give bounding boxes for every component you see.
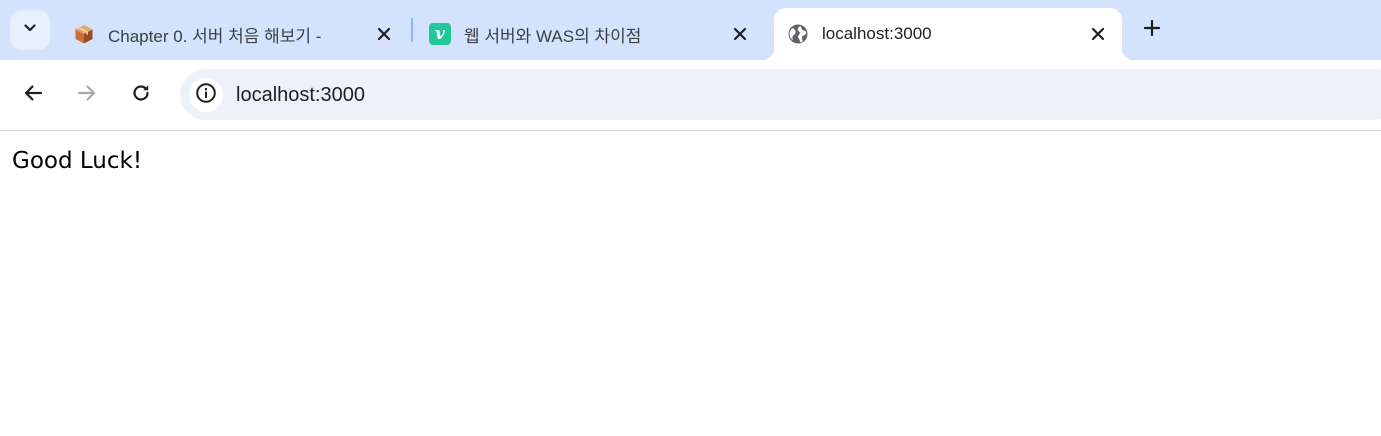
reload-icon — [130, 82, 152, 109]
back-button[interactable] — [13, 75, 53, 115]
tab-web-server-was[interactable]: v 웹 서버와 WAS의 차이점 — [428, 8, 758, 60]
page-text: Good Luck! — [12, 148, 143, 174]
back-arrow-icon — [22, 82, 44, 109]
forward-arrow-icon — [76, 82, 98, 109]
close-icon[interactable] — [372, 22, 396, 46]
tab-title: localhost:3000 — [822, 24, 932, 43]
browser-toolbar: localhost:3000 — [0, 60, 1381, 131]
close-icon[interactable] — [728, 22, 752, 46]
package-box-icon — [72, 22, 96, 46]
tab-title: Chapter 0. 서버 처음 해보기 - — [108, 26, 322, 46]
page-content: Good Luck! — [0, 131, 1381, 436]
tab-search-button[interactable] — [10, 10, 50, 50]
tab-localhost-active[interactable]: localhost:3000 — [762, 8, 1134, 60]
address-bar[interactable]: localhost:3000 — [180, 69, 1381, 120]
tab-title: 웹 서버와 WAS의 차이점 — [464, 26, 642, 46]
site-info-button[interactable] — [189, 78, 223, 112]
address-bar-url[interactable]: localhost:3000 — [236, 84, 365, 107]
tab-chapter-0[interactable]: Chapter 0. 서버 처음 해보기 - — [72, 8, 402, 60]
forward-button[interactable] — [67, 75, 107, 115]
tab-strip: Chapter 0. 서버 처음 해보기 - v 웹 서버와 WAS의 차이점 … — [0, 0, 1381, 60]
close-icon[interactable] — [1086, 22, 1110, 46]
tab-separator — [411, 18, 413, 42]
new-tab-button[interactable] — [1136, 14, 1168, 46]
plus-icon — [1143, 19, 1161, 42]
chevron-down-icon — [22, 20, 38, 41]
globe-icon — [786, 22, 810, 46]
info-icon — [195, 82, 217, 109]
reload-button[interactable] — [121, 75, 161, 115]
velog-v-icon: v — [428, 22, 452, 46]
velog-v-letter: v — [429, 23, 451, 45]
